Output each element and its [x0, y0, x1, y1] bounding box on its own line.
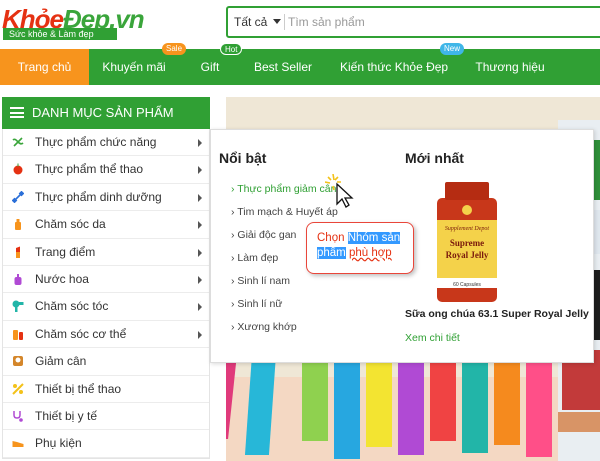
- chevron-right-icon: [198, 303, 202, 312]
- mouse-cursor-icon: [325, 174, 354, 208]
- category-item-skin-care[interactable]: Chăm sóc da: [3, 211, 209, 239]
- flyout-link-weight-loss-food[interactable]: › Thực phẩm giảm cân: [231, 183, 336, 195]
- nav-item-brands[interactable]: Thương hiệu: [474, 49, 546, 85]
- search-divider: [284, 14, 285, 30]
- main-nav: Trang chủ Khuyến mãi Sale Gift Hot Best …: [0, 43, 600, 85]
- category-item-sport-food[interactable]: Thực phẩm thể thao: [3, 156, 209, 184]
- royal-jelly-bottle-image[interactable]: Supplement Depot Supreme Royal Jelly 60 …: [433, 180, 501, 304]
- product-title-link[interactable]: Sữa ong chúa 63.1 Super Royal Jelly: [405, 308, 589, 320]
- chevron-right-icon: [198, 221, 202, 230]
- hairdryer-icon: [12, 300, 24, 313]
- flyout-link-female-health[interactable]: › Sinh lí nữ: [231, 298, 282, 310]
- flyout-link-heart-blood-pressure[interactable]: › Tim mạch & Huyết áp: [231, 206, 338, 218]
- site-logo[interactable]: KhỏeĐẹp.vn Sức khỏe & Làm đẹp: [0, 0, 145, 44]
- category-item-makeup[interactable]: Trang điểm: [3, 239, 209, 266]
- shoe-icon: [12, 441, 24, 448]
- category-item-medical-equipment[interactable]: Thiết bị y tế: [3, 403, 209, 431]
- new-badge: New: [440, 43, 465, 55]
- nav-item-promotions[interactable]: Khuyến mãi Sale: [92, 43, 187, 85]
- chevron-right-icon: [198, 248, 202, 257]
- chevron-right-icon: [198, 166, 202, 175]
- stethoscope-icon: [13, 410, 23, 422]
- newest-heading: Mới nhất: [405, 150, 464, 166]
- category-menu-header[interactable]: DANH MỤC SẢN PHẨM: [2, 97, 210, 129]
- dumbbell-icon: [12, 190, 24, 203]
- featured-heading: Nổi bật: [219, 150, 267, 166]
- herb-icon: [12, 137, 24, 147]
- nav-item-gift[interactable]: Gift Hot: [192, 43, 243, 85]
- bottle-name-line2: Royal Jelly: [446, 250, 489, 260]
- category-item-accessories[interactable]: Phụ kiện: [3, 430, 209, 458]
- category-item-perfume[interactable]: Nước hoa: [3, 266, 209, 294]
- sale-badge: Sale: [162, 43, 187, 55]
- tutorial-callout: Chọn Nhóm sản phẩm phù hợp: [306, 222, 414, 274]
- flyout-link-liver-detox[interactable]: › Giải độc gan: [231, 229, 296, 241]
- category-list: Thực phẩm chức năng Thực phẩm thể thao T…: [2, 129, 210, 459]
- hamburger-menu-icon: [10, 107, 24, 118]
- logo-tagline: Sức khỏe & Làm đẹp: [3, 28, 117, 40]
- category-item-weight-loss[interactable]: Giảm cân: [3, 348, 209, 376]
- chevron-right-icon: [198, 330, 202, 339]
- page: KhỏeĐẹp.vn Sức khỏe & Làm đẹp Tất cả Tra…: [0, 0, 600, 461]
- body-care-icon: [13, 329, 23, 340]
- lipstick-icon: [16, 246, 20, 258]
- category-item-sport-equipment[interactable]: Thiết bị thể thao: [3, 376, 209, 403]
- category-item-body-care[interactable]: Chăm sóc cơ thể: [3, 321, 209, 349]
- category-item-hair-care[interactable]: Chăm sóc tóc: [3, 293, 209, 321]
- flyout-link-male-health[interactable]: › Sinh lí nam: [231, 275, 290, 287]
- lotion-icon: [15, 219, 21, 231]
- chevron-down-icon: [273, 19, 282, 24]
- hot-badge: Hot: [220, 43, 243, 55]
- perfume-icon: [14, 273, 22, 285]
- search-category-select[interactable]: Tất cả: [234, 8, 282, 36]
- flyout-link-beauty[interactable]: › Làm đẹp: [231, 252, 278, 264]
- category-item-functional-food[interactable]: Thực phẩm chức năng: [3, 129, 209, 157]
- search-input[interactable]: [288, 8, 588, 36]
- bottle-count-text: 60 Capsules: [453, 282, 481, 288]
- nav-item-knowledge[interactable]: Kiến thức Khỏe Đẹp New: [340, 43, 465, 85]
- search-bar: Tất cả: [226, 6, 600, 38]
- category-item-nutrition[interactable]: Thực phẩm dinh dưỡng: [3, 184, 209, 212]
- chevron-right-icon: [198, 193, 202, 202]
- chevron-right-icon: [198, 139, 202, 147]
- nav-item-home[interactable]: Trang chủ: [0, 49, 89, 85]
- sport-gear-icon: [12, 382, 24, 395]
- bottle-brand-text: Supplement Depot: [445, 226, 489, 232]
- nav-item-best-seller[interactable]: Best Seller: [250, 49, 316, 85]
- apple-icon: [13, 163, 23, 175]
- bottle-name-line1: Supreme: [450, 238, 484, 248]
- product-details-link[interactable]: Xem chi tiết: [405, 332, 460, 344]
- chevron-right-icon: [198, 275, 202, 284]
- flyout-link-joints[interactable]: › Xương khớp: [231, 321, 297, 333]
- callout-text: Chọn Nhóm sản phẩm phù hợp: [317, 232, 401, 259]
- scale-icon: [13, 356, 23, 367]
